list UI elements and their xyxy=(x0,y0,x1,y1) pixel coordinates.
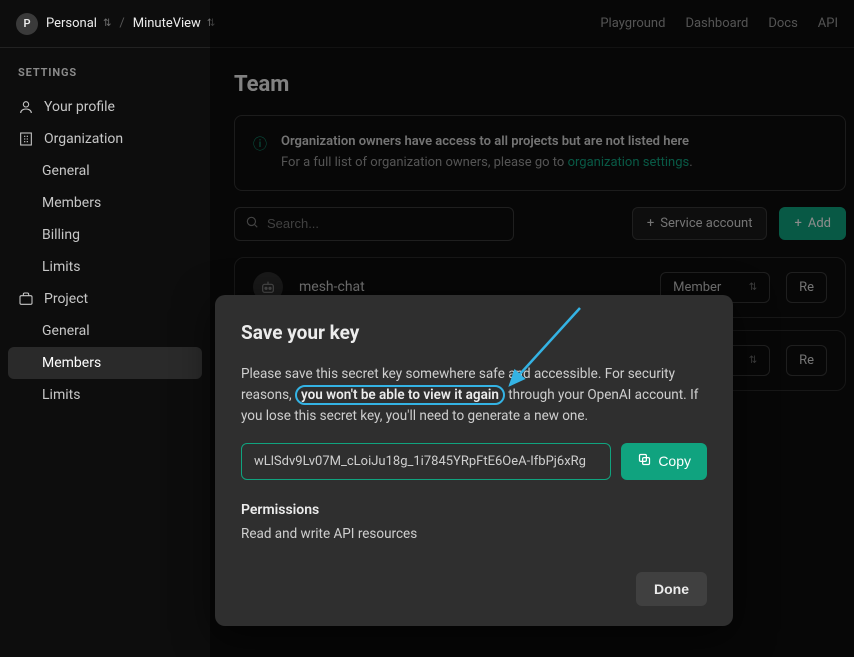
project-crumb[interactable]: MinuteView ⇅ xyxy=(133,16,216,31)
modal-description: Please save this secret key somewhere sa… xyxy=(241,364,707,427)
sidebar-item-label: Limits xyxy=(42,259,80,275)
project-name: MinuteView xyxy=(133,16,201,31)
sidebar-item-label: General xyxy=(42,323,90,339)
briefcase-icon xyxy=(18,291,34,307)
save-key-modal: Save your key Please save this secret ke… xyxy=(215,295,733,626)
sidebar-item-organization[interactable]: Organization xyxy=(8,123,202,155)
sidebar-item-label: Members xyxy=(42,355,101,371)
sidebar-item-org-members[interactable]: Members xyxy=(8,187,202,219)
sidebar-item-label: Organization xyxy=(44,131,123,147)
sidebar-item-label: Members xyxy=(42,195,101,211)
modal-footer: Done xyxy=(241,572,707,606)
sidebar-item-label: Limits xyxy=(42,387,80,403)
sidebar-item-proj-general[interactable]: General xyxy=(8,315,202,347)
breadcrumb-separator: / xyxy=(119,16,124,31)
sidebar-item-label: Billing xyxy=(42,227,80,243)
sidebar-item-proj-members[interactable]: Members xyxy=(8,347,202,379)
org-name: Personal xyxy=(46,16,97,31)
sidebar-item-profile[interactable]: Your profile xyxy=(8,91,202,123)
sidebar-item-proj-limits[interactable]: Limits xyxy=(8,379,202,411)
done-button[interactable]: Done xyxy=(636,572,707,606)
key-row: Copy xyxy=(241,443,707,480)
sidebar-item-org-general[interactable]: General xyxy=(8,155,202,187)
sidebar-item-org-limits[interactable]: Limits xyxy=(8,251,202,283)
sidebar-item-label: Project xyxy=(44,291,88,307)
copy-icon xyxy=(637,452,652,470)
permissions-text: Read and write API resources xyxy=(241,526,707,542)
copy-button[interactable]: Copy xyxy=(621,443,707,480)
sidebar: SETTINGS Your profile Organization Gener… xyxy=(0,48,210,657)
breadcrumb: P Personal ⇅ / MinuteView ⇅ xyxy=(16,13,215,35)
sidebar-item-label: General xyxy=(42,163,90,179)
sidebar-heading: SETTINGS xyxy=(8,66,202,91)
sidebar-item-project[interactable]: Project xyxy=(8,283,202,315)
sidebar-item-label: Your profile xyxy=(44,99,115,115)
api-key-input[interactable] xyxy=(241,443,611,480)
building-icon xyxy=(18,131,34,147)
button-label: Copy xyxy=(658,453,691,469)
modal-title: Save your key xyxy=(241,321,707,344)
org-avatar[interactable]: P xyxy=(16,13,38,35)
user-icon xyxy=(18,99,34,115)
chevron-updown-icon: ⇅ xyxy=(103,18,111,29)
highlighted-warning: you won't be able to view it again xyxy=(295,385,505,405)
sidebar-item-org-billing[interactable]: Billing xyxy=(8,219,202,251)
org-crumb[interactable]: Personal ⇅ xyxy=(46,16,111,31)
permissions-heading: Permissions xyxy=(241,502,707,518)
